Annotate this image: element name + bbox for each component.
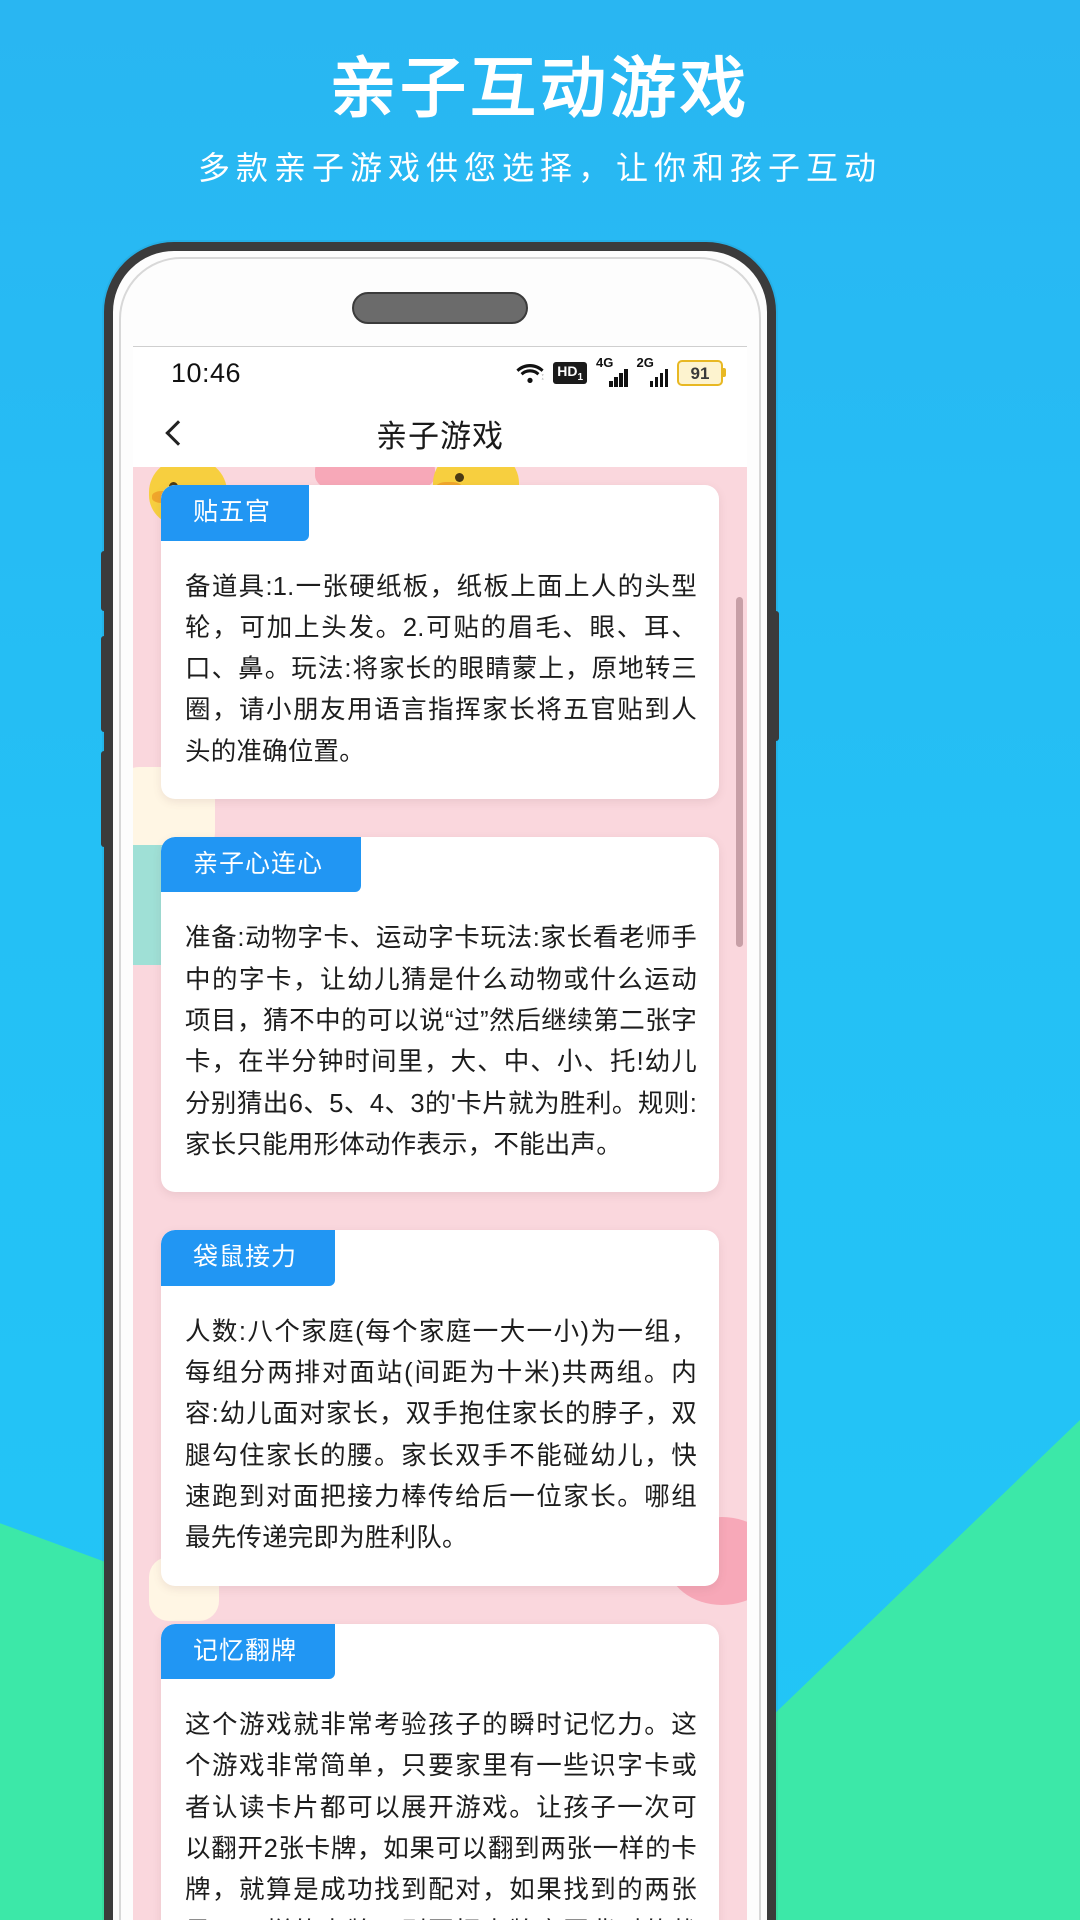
- game-card[interactable]: 亲子心连心 准备:动物字卡、运动字卡玩法:家长看老师手中的字卡，让幼儿猜是什么动…: [161, 836, 719, 1193]
- phone-volume-down-button: [101, 751, 107, 847]
- signal-4g-bars: [609, 369, 628, 387]
- game-card[interactable]: 记忆翻牌 这个游戏就非常考验孩子的瞬时记忆力。这个游戏非常简单，只要家里有一些识…: [161, 1623, 719, 1920]
- back-chevron-icon[interactable]: [155, 413, 195, 453]
- phone-screen: 10:46 HD1 4G 2G 91 亲子游戏 贴五官 备道具:1.一张硬纸板，…: [133, 346, 747, 1920]
- promo-page: 亲子互动游戏 多款亲子游戏供您选择，让你和孩子互动 10:46 HD1 4G 2…: [0, 0, 1080, 1920]
- hd-sub-label: 1: [577, 371, 583, 383]
- signal-icon-2g: 2G: [636, 355, 668, 387]
- game-card-title: 袋鼠接力: [161, 1230, 336, 1286]
- game-card-body: 人数:八个家庭(每个家庭一大一小)为一组，每组分两排对面站(间距为十米)共两组。…: [185, 1317, 697, 1553]
- status-bar: 10:46 HD1 4G 2G 91: [133, 347, 747, 399]
- app-nav-bar: 亲子游戏: [133, 399, 747, 467]
- game-card-body: 备道具:1.一张硬纸板，纸板上面上人的头型轮，可加上头发。2.可贴的眉毛、眼、耳…: [185, 572, 697, 766]
- game-card-body: 这个游戏就非常考验孩子的瞬时记忆力。这个游戏非常简单，只要家里有一些识字卡或者认…: [185, 1711, 697, 1920]
- signal-icon-4g: 4G: [596, 355, 628, 387]
- game-card[interactable]: 袋鼠接力 人数:八个家庭(每个家庭一大一小)为一组，每组分两排对面站(间距为十米…: [161, 1230, 719, 1586]
- game-card-list: 贴五官 备道具:1.一张硬纸板，纸板上面上人的头型轮，可加上头发。2.可贴的眉毛…: [133, 467, 747, 1920]
- promo-title: 亲子互动游戏: [330, 51, 750, 125]
- game-list-container[interactable]: 贴五官 备道具:1.一张硬纸板，纸板上面上人的头型轮，可加上头发。2.可贴的眉毛…: [133, 467, 747, 1920]
- promo-subtitle: 多款亲子游戏供您选择，让你和孩子互动: [197, 150, 882, 186]
- game-card[interactable]: 贴五官 备道具:1.一张硬纸板，纸板上面上人的头型轮，可加上头发。2.可贴的眉毛…: [161, 485, 719, 799]
- wifi-icon: [516, 364, 545, 383]
- game-card-body: 准备:动物字卡、运动字卡玩法:家长看老师手中的字卡，让幼儿猜是什么动物或什么运动…: [185, 924, 697, 1159]
- hd-label: HD: [557, 362, 578, 379]
- battery-icon: 91: [677, 360, 726, 386]
- vertical-scrollbar[interactable]: [736, 597, 743, 947]
- phone-power-button: [773, 611, 779, 741]
- status-icon-group: HD1 4G 2G 91: [516, 355, 726, 387]
- phone-speaker-grille: [352, 292, 528, 324]
- phone-side-button-top-left: [101, 551, 107, 611]
- hd-voice-icon: HD1: [553, 361, 587, 385]
- phone-volume-up-button: [101, 636, 107, 732]
- game-card-title: 亲子心连心: [161, 836, 362, 893]
- game-card-title: 记忆翻牌: [161, 1623, 336, 1680]
- battery-level-text: 91: [690, 363, 710, 383]
- signal-4g-label: 4G: [596, 355, 614, 370]
- page-title: 亲子游戏: [376, 418, 504, 454]
- signal-2g-bars: [649, 369, 668, 387]
- phone-mockup-frame: 10:46 HD1 4G 2G 91 亲子游戏 贴五官 备道具:1.一张硬纸板，…: [101, 242, 779, 1920]
- signal-2g-label: 2G: [636, 355, 654, 370]
- status-time: 10:46: [171, 357, 242, 388]
- game-card-title: 贴五官: [161, 485, 310, 541]
